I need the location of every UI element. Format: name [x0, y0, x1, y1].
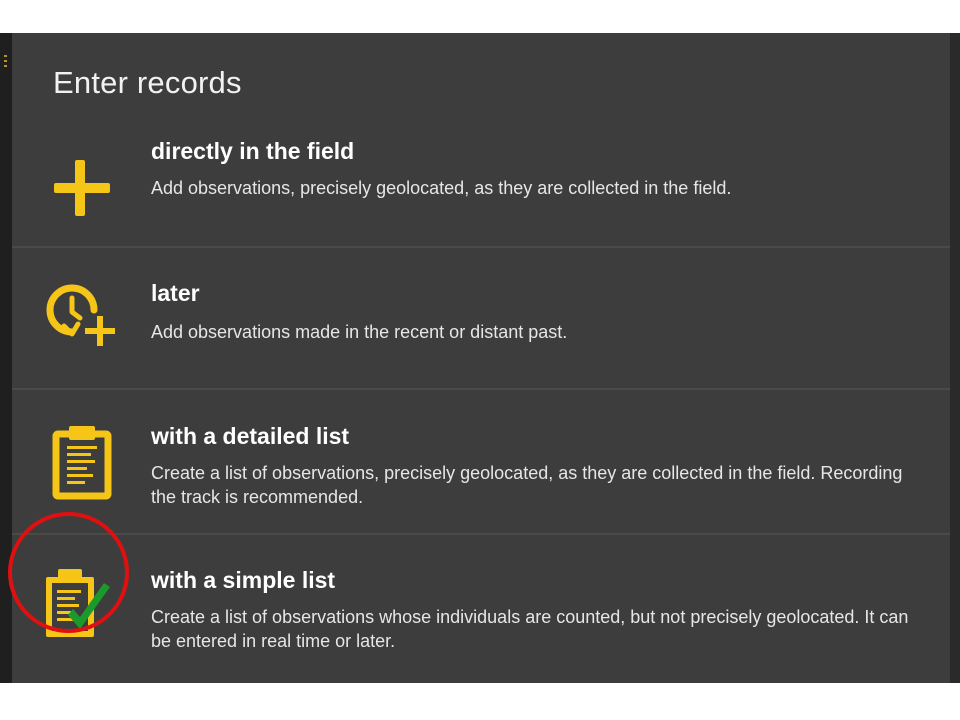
left-edge: [0, 33, 12, 683]
option-title: directly in the field: [151, 138, 355, 164]
edge-tick: [4, 55, 7, 57]
clock-plus-icon: [42, 276, 122, 356]
edge-tick: [4, 65, 7, 67]
option-description: Add observations made in the recent or d…: [151, 322, 568, 342]
option-description: Create a list of observations, precisely…: [151, 463, 903, 507]
clipboard-check-icon: [36, 565, 116, 645]
option-title: with a detailed list: [151, 423, 350, 449]
option-later[interactable]: later Add observations made in the recen…: [12, 248, 950, 388]
option-title: later: [151, 280, 200, 306]
option-directly-in-field[interactable]: directly in the field Add observations, …: [12, 126, 950, 246]
option-detailed-list[interactable]: with a detailed list Create a list of ob…: [12, 390, 950, 533]
plus-icon: [42, 148, 122, 228]
dialog-title: Enter records: [53, 65, 242, 100]
option-description: Add observations, precisely geolocated, …: [151, 178, 732, 198]
clipboard-list-icon: [42, 420, 122, 500]
option-title: with a simple list: [151, 567, 336, 593]
edge-tick: [4, 60, 7, 62]
enter-records-dialog: Enter records directly in the field Add …: [12, 33, 950, 683]
option-simple-list[interactable]: with a simple list Create a list of obse…: [12, 535, 950, 683]
app-screen: Enter records directly in the field Add …: [0, 33, 960, 683]
option-description: Create a list of observations whose indi…: [151, 607, 909, 651]
right-edge: [950, 33, 960, 683]
